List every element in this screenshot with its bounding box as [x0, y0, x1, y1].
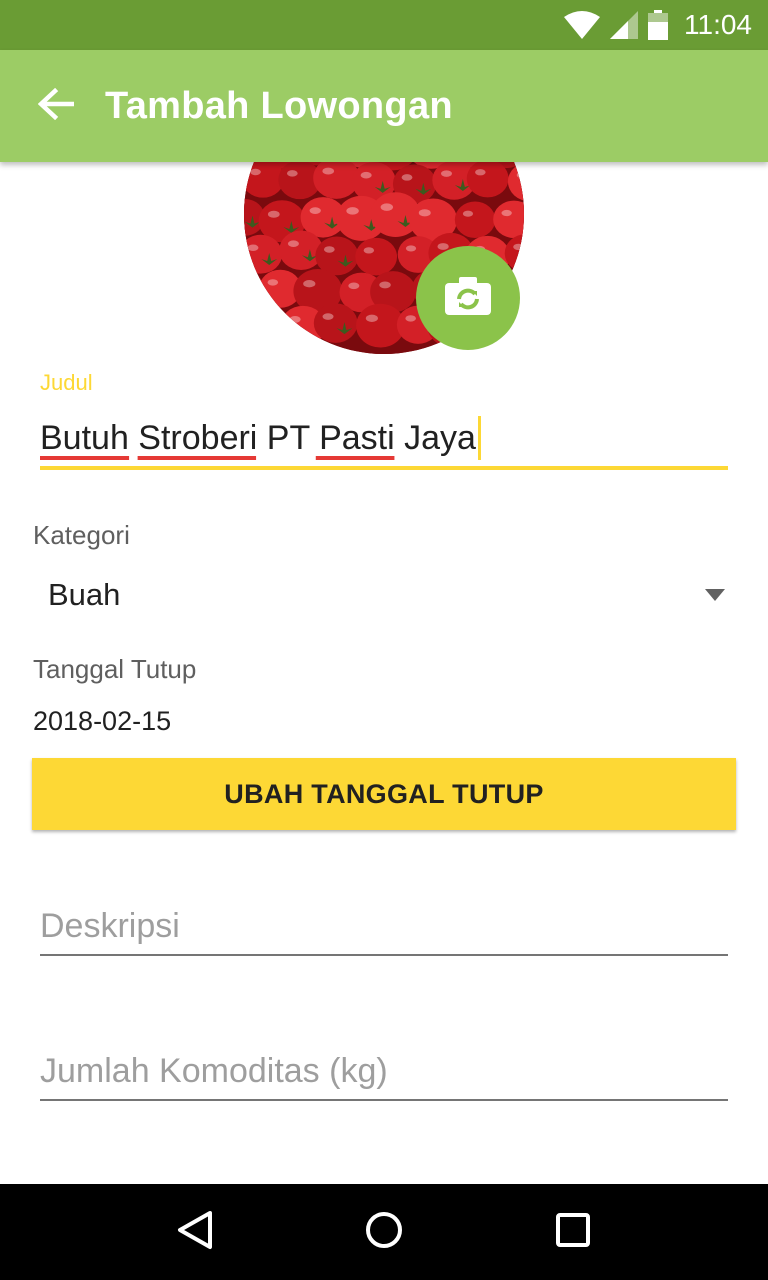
clock: 11:04	[684, 9, 752, 40]
status-bar: 11:04	[0, 0, 768, 50]
kategori-label: Kategori	[33, 520, 130, 550]
jumlah-placeholder: Jumlah Komoditas (kg)	[40, 1051, 388, 1090]
navigation-bar	[0, 1184, 768, 1280]
wifi-icon	[564, 11, 600, 39]
judul-value: Butuh Stroberi PT Pasti Jaya	[40, 412, 476, 464]
dropdown-arrow-icon	[705, 589, 725, 601]
back-triangle-icon	[176, 1210, 214, 1255]
switch-camera-icon	[445, 276, 491, 320]
recents-square-icon	[555, 1212, 591, 1253]
battery-icon	[648, 10, 668, 40]
tanggal-value: 2018-02-15	[33, 706, 172, 736]
screen: 11:04 Tambah Lowongan Judul Butuh Strobe…	[0, 0, 768, 1280]
signal-icon	[610, 11, 638, 39]
judul-input[interactable]: Butuh Stroberi PT Pasti Jaya	[40, 412, 728, 470]
judul-label: Judul	[40, 370, 93, 395]
kategori-dropdown[interactable]: Buah	[32, 566, 736, 624]
page-title: Tambah Lowongan	[105, 84, 453, 127]
app-bar: Tambah Lowongan	[0, 50, 768, 162]
back-button[interactable]	[0, 50, 112, 162]
change-photo-button[interactable]	[416, 246, 520, 350]
kategori-value: Buah	[48, 577, 121, 612]
nav-back-button[interactable]	[147, 1184, 243, 1280]
text-cursor	[477, 416, 481, 460]
tanggal-label: Tanggal Tutup	[33, 654, 197, 684]
deskripsi-field[interactable]: Deskripsi	[40, 898, 728, 956]
jumlah-komoditas-field[interactable]: Jumlah Komoditas (kg)	[40, 1043, 728, 1101]
home-circle-icon	[364, 1210, 404, 1255]
deskripsi-placeholder: Deskripsi	[40, 906, 180, 945]
nav-home-button[interactable]	[336, 1184, 432, 1280]
nav-recents-button[interactable]	[525, 1184, 621, 1280]
ubah-tanggal-button[interactable]: UBAH TANGGAL TUTUP	[32, 758, 736, 830]
arrow-back-icon	[37, 87, 75, 125]
